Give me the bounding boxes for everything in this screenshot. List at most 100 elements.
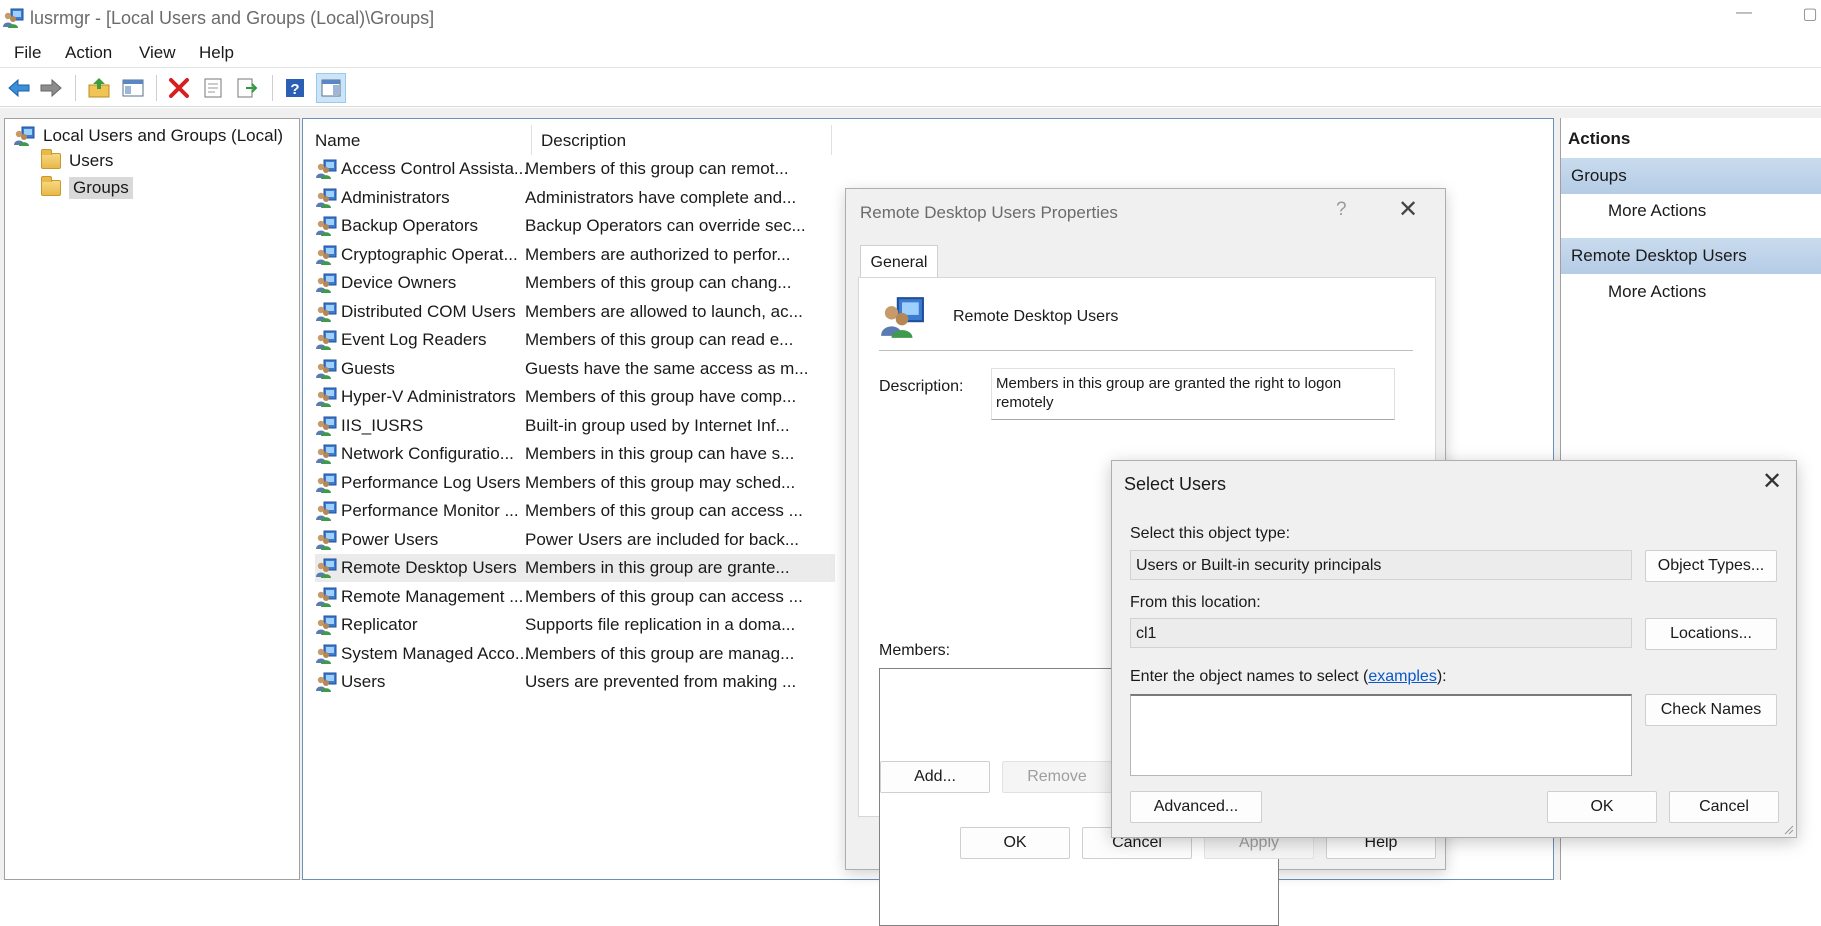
location-field: cl1 bbox=[1130, 618, 1632, 648]
group-description: Members in this group can have s... bbox=[525, 444, 795, 463]
group-name: Performance Monitor ... bbox=[341, 501, 519, 520]
group-name: Remote Desktop Users bbox=[341, 558, 517, 577]
table-row[interactable]: Performance Monitor ... Members of this g… bbox=[315, 497, 835, 525]
minimize-button[interactable]: — bbox=[1730, 4, 1758, 30]
column-header-name[interactable]: Name bbox=[315, 131, 360, 151]
dialog-title: Select Users bbox=[1124, 474, 1227, 494]
object-names-input[interactable] bbox=[1130, 694, 1632, 776]
table-row[interactable]: Remote Desktop Users Members in this grou… bbox=[315, 554, 835, 582]
group-description: Users are prevented from making ... bbox=[525, 672, 797, 691]
group-description: Members of this group have comp... bbox=[525, 387, 797, 406]
table-row[interactable]: Cryptographic Operat... Members are autho… bbox=[315, 241, 835, 269]
more-actions-remote-desktop-users[interactable]: More Actions bbox=[1608, 282, 1706, 302]
tab-general[interactable]: General bbox=[860, 245, 938, 279]
group-icon bbox=[315, 215, 337, 237]
group-name: Remote Desktop Users bbox=[953, 308, 1119, 325]
menu-help[interactable]: Help bbox=[199, 43, 234, 63]
object-types-button[interactable]: Object Types... bbox=[1645, 550, 1777, 582]
remove-button[interactable]: Remove bbox=[1002, 761, 1112, 793]
help-icon[interactable]: ? bbox=[280, 73, 310, 103]
group-name: Guests bbox=[341, 358, 395, 378]
group-name: Administrators bbox=[341, 187, 450, 207]
column-header-description[interactable]: Description bbox=[541, 131, 626, 151]
table-row[interactable]: System Managed Acco... Members of this gr… bbox=[315, 640, 835, 668]
tree-item-label: Groups bbox=[69, 177, 133, 199]
back-arrow-icon[interactable] bbox=[4, 73, 34, 103]
table-row[interactable]: Hyper-V Administrators Members of this gr… bbox=[315, 383, 835, 411]
group-icon bbox=[315, 272, 337, 294]
group-description: Members are authorized to perfor... bbox=[525, 244, 791, 264]
table-row[interactable]: Guests Guests have the same access as m..… bbox=[315, 355, 835, 383]
up-folder-icon[interactable] bbox=[84, 73, 114, 103]
resize-grip-icon[interactable] bbox=[1782, 823, 1794, 835]
check-names-button[interactable]: Check Names bbox=[1645, 694, 1777, 726]
action-pane-icon[interactable] bbox=[316, 73, 346, 103]
computer-users-icon bbox=[13, 125, 35, 147]
tree-item-users[interactable]: Users bbox=[41, 149, 113, 171]
select-users-dialog: Select Users ✕ Select this object type: … bbox=[1111, 460, 1797, 838]
tree-item-groups[interactable]: Groups bbox=[41, 176, 133, 199]
group-description: Members of this group can access ... bbox=[525, 586, 803, 606]
examples-link[interactable]: examples bbox=[1368, 668, 1436, 685]
table-row[interactable]: Distributed COM Users Members are allowed… bbox=[315, 298, 835, 326]
folder-icon bbox=[41, 149, 61, 169]
more-actions-groups[interactable]: More Actions bbox=[1608, 201, 1706, 221]
group-description: Members of this group can access ... bbox=[525, 501, 803, 520]
group-icon bbox=[315, 415, 337, 437]
restore-button[interactable]: ▢ bbox=[1796, 4, 1821, 30]
actions-section-remote-desktop-users[interactable]: Remote Desktop Users bbox=[1561, 238, 1821, 274]
menu-file[interactable]: File bbox=[14, 43, 41, 63]
description-field[interactable]: Members in this group are granted the ri… bbox=[991, 368, 1395, 420]
add-button[interactable]: Add... bbox=[880, 761, 990, 793]
show-hide-tree-icon[interactable] bbox=[118, 73, 148, 103]
export-list-icon[interactable] bbox=[232, 73, 262, 103]
group-name: Network Configuratio... bbox=[341, 444, 514, 463]
table-row[interactable]: IIS_IUSRS Built-in group used by Internet… bbox=[315, 412, 835, 440]
object-names-label: Enter the object names to select (exampl… bbox=[1130, 668, 1447, 685]
table-row[interactable]: Event Log Readers Members of this group c… bbox=[315, 326, 835, 354]
group-name: IIS_IUSRS bbox=[341, 415, 424, 435]
table-row[interactable]: Power Users Power Users are included for … bbox=[315, 526, 835, 554]
advanced-button[interactable]: Advanced... bbox=[1130, 791, 1262, 823]
table-row[interactable]: Replicator Supports file replication in a… bbox=[315, 611, 835, 639]
ok-button[interactable]: OK bbox=[960, 827, 1070, 859]
table-row[interactable]: Remote Management ... Members of this gro… bbox=[315, 583, 835, 611]
table-row[interactable]: Performance Log Users Members of this gro… bbox=[315, 469, 835, 497]
group-description: Administrators have complete and... bbox=[525, 187, 797, 207]
group-icon bbox=[315, 158, 337, 180]
group-name: Access Control Assista... bbox=[341, 159, 529, 178]
table-row[interactable]: Access Control Assista... Members of this… bbox=[315, 155, 835, 183]
location-label: From this location: bbox=[1130, 594, 1261, 611]
group-description: Guests have the same access as m... bbox=[525, 358, 809, 378]
actions-title: Actions bbox=[1568, 129, 1631, 148]
group-icon bbox=[315, 358, 337, 380]
group-name: Power Users bbox=[341, 529, 439, 549]
delete-icon[interactable] bbox=[164, 73, 194, 103]
help-icon[interactable]: ? bbox=[1336, 199, 1347, 221]
table-row[interactable]: Device Owners Members of this group can c… bbox=[315, 269, 835, 297]
members-label: Members: bbox=[879, 642, 951, 659]
cancel-button[interactable]: Cancel bbox=[1669, 791, 1779, 823]
properties-icon[interactable] bbox=[198, 73, 228, 103]
table-row[interactable]: Network Configuratio... Members in this g… bbox=[315, 440, 835, 468]
tree-root[interactable]: Local Users and Groups (Local) bbox=[13, 125, 283, 147]
table-row[interactable]: Backup Operators Backup Operators can ove… bbox=[315, 212, 835, 240]
group-icon bbox=[315, 643, 337, 665]
close-icon[interactable]: ✕ bbox=[1398, 195, 1418, 224]
group-name: Remote Management ... bbox=[341, 586, 524, 606]
group-description: Power Users are included for back... bbox=[525, 529, 800, 549]
menu-action[interactable]: Action bbox=[65, 43, 112, 63]
table-row[interactable]: Administrators Administrators have comple… bbox=[315, 184, 835, 212]
ok-button[interactable]: OK bbox=[1547, 791, 1657, 823]
close-icon[interactable]: ✕ bbox=[1762, 467, 1782, 496]
locations-button[interactable]: Locations... bbox=[1645, 618, 1777, 650]
group-description: Members of this group can read e... bbox=[525, 330, 794, 349]
group-icon bbox=[315, 614, 337, 636]
group-icon bbox=[315, 557, 337, 579]
forward-arrow-icon[interactable] bbox=[36, 73, 66, 103]
actions-section-groups[interactable]: Groups bbox=[1561, 158, 1821, 194]
table-row[interactable]: Users Users are prevented from making ... bbox=[315, 668, 835, 696]
menu-view[interactable]: View bbox=[139, 43, 176, 63]
group-icon bbox=[315, 329, 337, 351]
object-type-field: Users or Built-in security principals bbox=[1130, 550, 1632, 580]
